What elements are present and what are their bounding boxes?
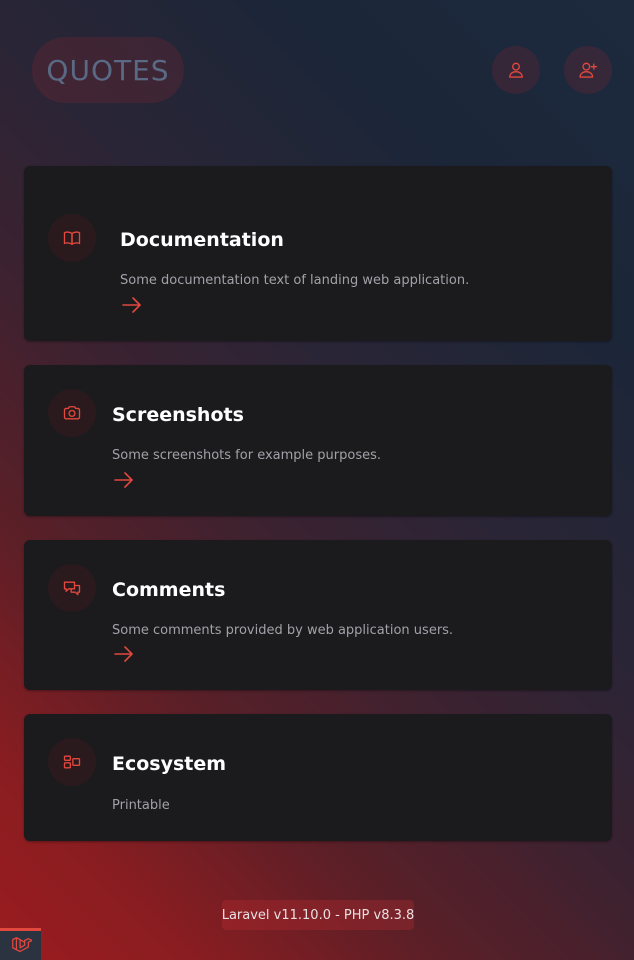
header: QUOTES [0,0,634,140]
ecosystem-badge [48,738,96,786]
register-button[interactable] [564,46,612,94]
comments-card[interactable]: Comments Some comments provided by web a… [24,540,612,690]
card-description: Some screenshots for example purposes. [112,448,381,463]
card-description: Some documentation text of landing web a… [120,273,470,288]
card-description: Some comments provided by web applicatio… [112,623,454,638]
user-plus-icon [579,62,597,78]
documentation-card[interactable]: Documentation Some documentation text of… [24,166,612,341]
ecosystem-card[interactable]: Ecosystem Printable [24,714,612,841]
arrow-right-icon[interactable] [112,468,136,492]
card-description: Printable [112,798,170,813]
card-title: Ecosystem [112,753,227,775]
screenshots-badge [48,389,96,437]
card-title: Comments [112,579,226,601]
book-open-icon [63,231,81,245]
card-title: Screenshots [112,404,244,426]
version-badge: Laravel v11.10.0 - PHP v8.3.8 [222,900,414,930]
logo-text: QUOTES [46,53,170,87]
chat-bubbles-icon [63,581,81,596]
layout-blocks-icon [63,755,81,769]
laravel-logo-icon [11,936,32,952]
logo[interactable]: QUOTES [32,37,184,103]
arrow-right-icon[interactable] [120,293,144,317]
card-title: Documentation [120,229,284,251]
login-button[interactable] [492,46,540,94]
comments-badge [48,564,96,612]
camera-icon [63,406,81,420]
debugbar-toggle[interactable] [0,928,41,960]
screenshots-card[interactable]: Screenshots Some screenshots for example… [24,365,612,516]
user-icon [509,62,523,78]
arrow-right-icon[interactable] [112,642,136,666]
documentation-badge [48,214,96,262]
